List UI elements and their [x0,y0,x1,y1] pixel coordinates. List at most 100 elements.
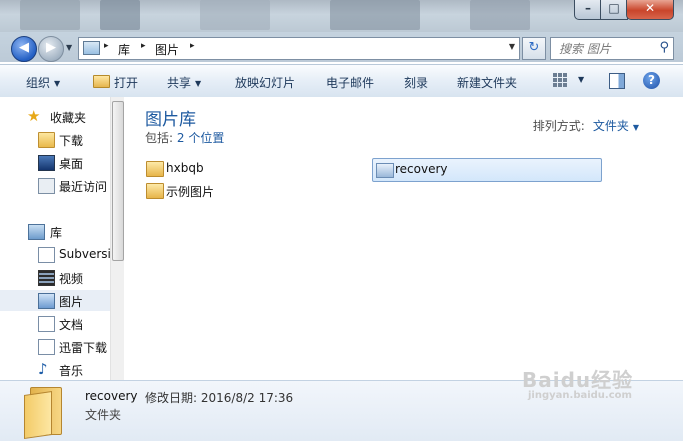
close-icon: ✕ [644,1,656,15]
breadcrumb-separator[interactable]: ▸ [141,41,146,51]
sidebar-item-label: 桌面 [59,157,84,171]
preview-pane-icon[interactable] [609,73,625,89]
back-arrow-icon: ◀ [19,40,29,55]
modified-label: 修改日期: [145,391,198,405]
sidebar-item-favorites[interactable]: ★ 收藏夹 [0,106,110,127]
chevron-down-icon: ▼ [54,79,61,88]
modified-value: 2016/8/2 17:36 [200,391,294,405]
navigation-pane: ★ 收藏夹 下载 桌面 最近访问 库 Subversi 视频 图片 文档 迅雷下… [0,97,124,380]
breadcrumb-separator[interactable]: ▸ [104,41,109,51]
background-blur [20,0,80,30]
search-input[interactable] [557,40,653,58]
title-bar[interactable]: – □ ✕ [0,0,683,32]
list-item[interactable]: hxbqb [144,158,294,180]
details-modified: 修改日期: 2016/8/2 17:36 [145,389,293,406]
list-item[interactable]: 示例图片 [144,180,294,202]
arrange-by-dropdown[interactable]: 文件夹 [593,119,629,133]
folder-icon [146,161,164,177]
pictures-library-icon [38,293,55,309]
subversion-library-icon [38,247,55,263]
chevron-down-icon: ▼ [195,79,202,88]
new-folder-button[interactable]: 新建文件夹 [457,74,517,91]
videos-library-icon [38,270,55,286]
slideshow-button[interactable]: 放映幻灯片 [235,74,295,91]
details-name: recovery [85,389,138,403]
navigation-scrollbar[interactable] [110,97,124,380]
explorer-window: – □ ✕ ◀ ▶ ▼ ▸ 库 ▸ 图片 ▸ ▼ ↻ ⚲ 组织▼ 打开 共享▼ … [0,0,683,441]
address-bar[interactable]: ▸ 库 ▸ 图片 ▸ ▼ [78,37,520,60]
file-list-pane: 图片库 包括: 2 个位置 排列方式: 文件夹 ▼ hxbqb 示例图片 recov… [124,97,683,380]
minimize-button[interactable]: – [574,0,602,20]
chevron-down-icon[interactable]: ▼ [633,123,639,132]
sidebar-item-label: 最近访问 [59,180,108,194]
sidebar-item-documents[interactable]: 文档 [0,313,110,334]
includes-locations-link[interactable]: 2 个位置 [177,131,224,145]
thunder-downloads-icon [38,339,55,355]
sidebar-item-downloads[interactable]: 下载 [0,129,110,150]
breadcrumb-pictures[interactable]: 图片 [155,41,179,58]
refresh-button[interactable]: ↻ [522,37,546,60]
list-item[interactable]: recovery [372,158,602,182]
change-view-icon[interactable] [553,73,567,87]
sidebar-item-recent[interactable]: 最近访问 [0,175,110,196]
sidebar-item-music[interactable]: ♪ 音乐 [0,359,110,380]
background-blur [330,0,420,30]
back-button[interactable]: ◀ [11,36,37,62]
open-icon [93,75,110,88]
sidebar-item-videos[interactable]: 视频 [0,267,110,288]
folder-icon [24,387,64,439]
library-icon [28,224,45,240]
organize-button[interactable]: 组织 ▼ [26,74,60,91]
sidebar-item-label: 视频 [59,272,84,286]
sidebar-item-label: 收藏夹 [50,111,87,125]
breadcrumb-separator[interactable]: ▸ [190,41,195,51]
scrollbar-thumb[interactable] [112,101,124,261]
details-type: 文件夹 [85,408,122,422]
maximize-icon: □ [608,1,620,15]
file-name: 示例图片 [166,185,215,199]
organize-label: 组织 [26,76,51,90]
pictures-library-icon [83,41,100,55]
email-button[interactable]: 电子邮件 [326,74,374,91]
page-title: 图片库 [145,110,196,130]
search-box[interactable]: ⚲ [550,37,674,60]
breadcrumb-libraries[interactable]: 库 [118,41,130,58]
forward-button[interactable]: ▶ [38,36,64,62]
sidebar-item-pictures[interactable]: 图片 [0,290,110,311]
sidebar-item-label: 下载 [59,134,84,148]
folder-icon [146,183,164,199]
view-options-dropdown[interactable]: ▼ [578,75,584,84]
command-bar: 组织 ▼ 打开 共享 ▼ 放映幻灯片 电子邮件 刻录 新建文件夹 ▼ ? [0,64,683,98]
share-button[interactable]: 共享 ▼ [167,74,201,91]
help-icon[interactable]: ? [643,72,660,89]
file-name: recovery [395,162,448,176]
refresh-icon: ↻ [528,40,540,55]
file-name: hxbqb [166,161,204,175]
open-button[interactable]: 打开 [93,74,138,91]
burn-button[interactable]: 刻录 [404,74,428,91]
sidebar-item-label: 图片 [59,295,84,309]
sidebar-item-thunder-downloads[interactable]: 迅雷下载 [0,336,110,357]
library-includes: 包括: 2 个位置 [145,129,224,146]
open-label: 打开 [114,76,139,90]
recent-places-icon [38,178,55,194]
share-label: 共享 [167,76,192,90]
sidebar-item-libraries[interactable]: 库 [0,221,110,242]
forward-arrow-icon: ▶ [46,40,56,55]
recent-pages-dropdown[interactable]: ▼ [66,43,72,52]
address-history-dropdown[interactable]: ▼ [509,42,515,51]
sidebar-item-label: 文档 [59,318,84,332]
watermark-url: jingyan.baidu.com [528,390,632,401]
maximize-button[interactable]: □ [600,0,628,20]
desktop-icon [38,155,55,171]
sidebar-item-subversion[interactable]: Subversi [0,244,111,265]
search-icon[interactable]: ⚲ [659,40,669,55]
music-library-icon: ♪ [38,360,48,378]
sidebar-item-label: 迅雷下载 [59,341,108,355]
downloads-folder-icon [38,132,55,148]
sidebar-item-desktop[interactable]: 桌面 [0,152,110,173]
close-button[interactable]: ✕ [626,0,674,20]
arrange-by: 排列方式: 文件夹 ▼ [533,117,639,134]
arrange-label: 排列方式: [532,119,585,133]
includes-label: 包括: [145,131,174,145]
